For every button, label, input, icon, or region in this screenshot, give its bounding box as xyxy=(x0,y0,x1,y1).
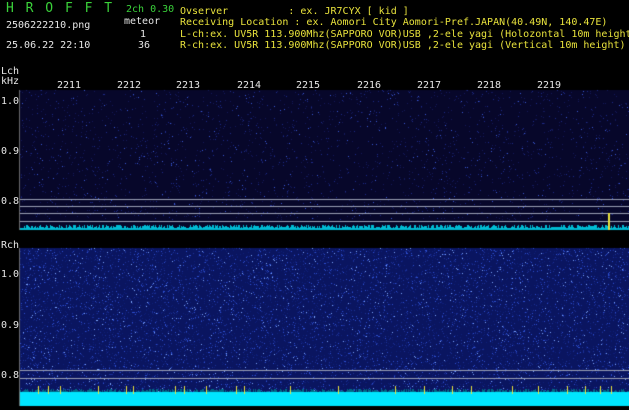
lch-ytick-3: 0.8 xyxy=(1,196,20,207)
datetime-label: 25.06.22 22:10 xyxy=(6,40,91,51)
rch-ytick-3: 0.8 xyxy=(1,370,20,381)
time-tick: 2211 xyxy=(57,80,82,91)
rch-label: Rch xyxy=(1,240,20,251)
time-tick: 2213 xyxy=(176,80,201,91)
rch-info-line: R-ch:ex. UV5R 113.900Mhz(SAPPORO VOR)USB… xyxy=(180,40,626,51)
app-name: H R O F F T xyxy=(6,1,115,16)
time-tick: 2217 xyxy=(417,80,442,91)
rch-ytick-2: 0.9 xyxy=(1,320,20,331)
rch-meteor-count: 36 xyxy=(138,40,151,51)
time-tick: 2216 xyxy=(357,80,382,91)
meteor-label: meteor xyxy=(124,16,161,27)
rch-ytick-1: 1.0 xyxy=(1,269,20,280)
version-label: 2ch 0.30 xyxy=(126,4,175,15)
time-tick: 2219 xyxy=(537,80,562,91)
time-tick: 2214 xyxy=(237,80,262,91)
spectrogram-canvas xyxy=(0,0,629,410)
lch-ytick-2: 0.9 xyxy=(1,146,20,157)
filename-label: 2506222210.png xyxy=(6,20,91,31)
lch-ytick-1: 1.0 xyxy=(1,96,20,107)
lch-meteor-count: 1 xyxy=(140,29,147,40)
lch-unit-label: kHz xyxy=(1,76,20,87)
time-tick: 2212 xyxy=(117,80,142,91)
time-tick: 2215 xyxy=(296,80,321,91)
observer-line: Ovserver : ex. JR7CYX [ kid ] xyxy=(180,6,409,17)
time-tick: 2218 xyxy=(477,80,502,91)
location-line: Receiving Location : ex. Aomori City Aom… xyxy=(180,17,608,28)
lch-info-line: L-ch:ex. UV5R 113.900Mhz(SAPPORO VOR)USB… xyxy=(180,29,629,40)
